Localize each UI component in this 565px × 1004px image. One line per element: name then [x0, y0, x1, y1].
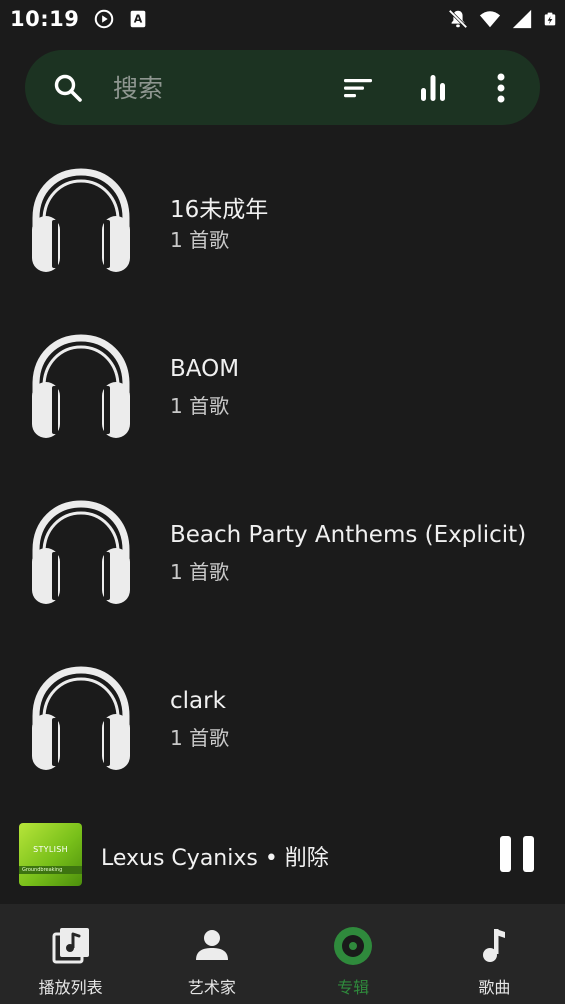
play-circle-icon	[95, 9, 114, 29]
headphones-icon	[32, 500, 130, 604]
search-icon[interactable]	[53, 73, 83, 103]
album-title: BAOM	[170, 356, 240, 382]
nav-label: 播放列表	[38, 978, 103, 997]
equalizer-button[interactable]	[417, 72, 449, 104]
now-playing-title: Lexus Cyanixs • 削除	[101, 846, 329, 871]
album-icon	[334, 927, 373, 965]
pause-button[interactable]	[500, 836, 534, 872]
album-song-count: 1 首歌	[170, 394, 230, 418]
playlist-icon	[52, 928, 89, 964]
nav-item-artists[interactable]: 艺术家	[141, 904, 282, 1004]
album-title: 16未成年	[170, 197, 269, 223]
pause-icon	[523, 836, 534, 872]
more-options-button[interactable]	[485, 72, 517, 104]
pause-icon	[500, 836, 511, 872]
battery-charging-icon	[544, 12, 556, 26]
cell-signal-icon	[512, 9, 532, 29]
music-note-icon	[483, 929, 506, 962]
album-song-count: 1 首歌	[170, 560, 230, 584]
nav-item-playlists[interactable]: 播放列表	[0, 904, 141, 1004]
status-time: 10:19	[10, 7, 80, 31]
nav-label: 歌曲	[478, 978, 511, 997]
album-item[interactable]: Beach Party Anthems (Explicit) 1 首歌	[0, 470, 565, 636]
sort-button[interactable]	[342, 72, 374, 104]
headphones-icon	[32, 168, 130, 272]
headphones-icon	[32, 666, 130, 770]
bottom-nav: 播放列表 艺术家 专辑 歌曲	[0, 904, 565, 1004]
nav-label: 艺术家	[187, 978, 236, 997]
more-vert-icon	[497, 73, 505, 103]
cover-subtext: Groundbreaking	[22, 867, 63, 873]
status-left-icons: A	[93, 8, 149, 30]
svg-text:A: A	[134, 13, 143, 26]
mini-player[interactable]: STYLISH Groundbreaking Lexus Cyanixs • 削…	[0, 808, 565, 904]
headphones-icon	[32, 334, 130, 438]
nav-item-albums[interactable]: 专辑	[283, 904, 424, 1004]
search-bar	[25, 50, 540, 125]
sort-icon	[344, 79, 372, 98]
album-song-count: 1 首歌	[170, 228, 230, 252]
nav-item-songs[interactable]: 歌曲	[424, 904, 565, 1004]
equalizer-icon	[421, 75, 445, 101]
album-item[interactable]: clark 1 首歌	[0, 636, 565, 802]
notifications-off-icon	[448, 9, 468, 29]
search-input[interactable]	[113, 68, 313, 108]
album-title: Beach Party Anthems (Explicit)	[170, 522, 527, 548]
album-item[interactable]: BAOM 1 首歌	[0, 304, 565, 470]
album-list: 16未成年 1 首歌 BAOM 1 首歌 Beach Party Anthems…	[0, 138, 565, 802]
album-item[interactable]: 16未成年 1 首歌	[0, 138, 565, 304]
artist-icon	[195, 930, 228, 960]
now-playing-cover: STYLISH Groundbreaking	[19, 823, 82, 886]
status-bar: 10:19 A	[0, 0, 565, 38]
cover-text: STYLISH	[33, 845, 68, 854]
wifi-icon	[479, 11, 501, 28]
album-song-count: 1 首歌	[170, 726, 230, 750]
music-app: 10:19 A 搜索 16未成年 1 首歌 BAOM 1 首歌 Beach Pa…	[0, 0, 565, 1004]
album-title: clark	[170, 688, 226, 714]
status-right-icons	[447, 8, 557, 30]
font-a-icon: A	[131, 10, 146, 28]
nav-label: 专辑	[337, 978, 370, 997]
